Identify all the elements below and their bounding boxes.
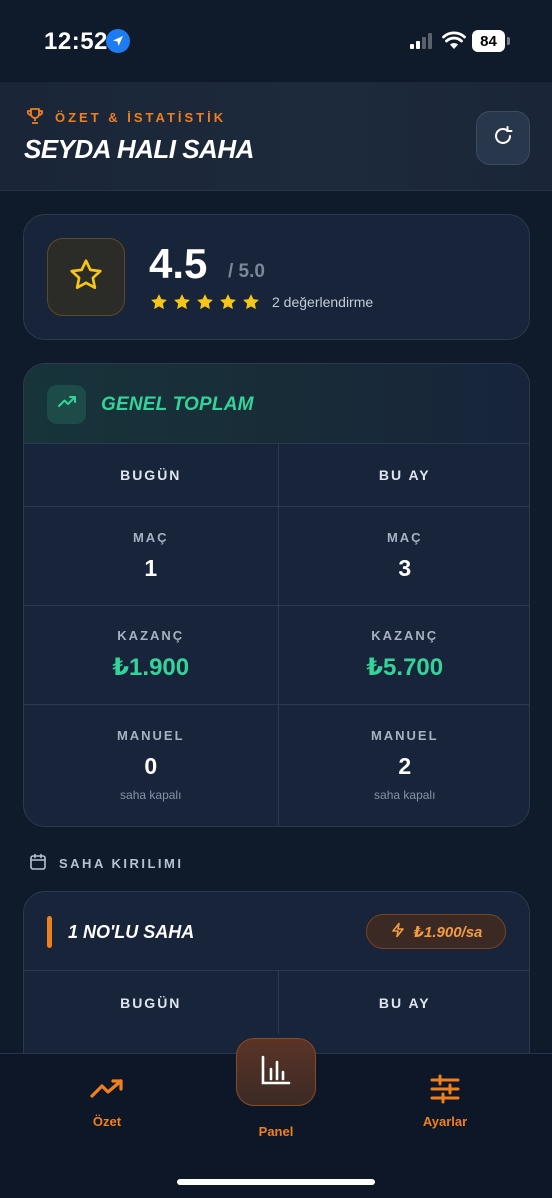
star-filled-icon: [149, 292, 169, 317]
matches-month: 3: [398, 555, 412, 581]
tab-label-ozet: Özet: [92, 1114, 122, 1129]
manual-today: 0: [144, 753, 158, 779]
refresh-button[interactable]: [476, 111, 530, 165]
status-time: 12:52: [44, 28, 108, 55]
rating-card: 4.5 / 5.0 2 değerlendirme: [23, 214, 530, 340]
matches-today: 1: [144, 555, 158, 581]
column-today: BUGÜN: [120, 467, 182, 483]
bar-chart-icon: [259, 1053, 293, 1092]
manual-note: saha kapalı: [120, 788, 182, 802]
trend-badge: [47, 385, 86, 424]
calendar-icon: [29, 853, 47, 874]
home-indicator: [177, 1179, 375, 1185]
wifi-icon: [442, 31, 466, 51]
general-total-title: GENEL TOPLAM: [101, 394, 254, 415]
field-grid: BUGÜN BU AY: [24, 970, 529, 1034]
earnings-label: KAZANÇ: [371, 628, 439, 643]
cellular-signal-icon: [410, 33, 436, 49]
sliders-icon: [429, 1074, 461, 1104]
refresh-icon: [492, 125, 514, 152]
hourly-price: ₺1.900/sa: [413, 923, 483, 941]
star-filled-icon: [241, 292, 261, 317]
star-outline-icon: [68, 257, 104, 298]
header-subtitle: ÖZET & İSTATİSTİK: [55, 110, 227, 125]
column-month: BU AY: [378, 467, 431, 483]
manual-note: saha kapalı: [374, 788, 436, 802]
status-bar: 12:52 84: [0, 0, 552, 82]
earnings-month: ₺5.700: [366, 654, 444, 681]
general-total-card: GENEL TOPLAM BUGÜN BU AY MAÇ 1 MAÇ 3 KAZ…: [23, 363, 530, 827]
bottom-tab-bar: Özet Panel Ayarlar: [0, 1038, 552, 1198]
field-accent-bar: [47, 916, 52, 948]
field-name: 1 NO'LU SAHA: [68, 922, 195, 942]
page-title: SEYDA HALI SAHA: [24, 134, 254, 164]
star-filled-icon: [195, 292, 215, 317]
page-header: ÖZET & İSTATİSTİK SEYDA HALI SAHA: [0, 82, 552, 191]
battery-level: 84: [472, 30, 505, 52]
tab-label-panel: Panel: [258, 1124, 294, 1139]
star-filled-icon: [218, 292, 238, 317]
rating-value: 4.5: [149, 240, 208, 287]
rating-star-badge: [47, 238, 125, 316]
field-column-month: BU AY: [378, 994, 431, 1011]
general-total-header: GENEL TOPLAM: [24, 364, 529, 444]
rating-max: / 5.0: [228, 261, 265, 282]
general-total-grid: BUGÜN BU AY MAÇ 1 MAÇ 3 KAZANÇ ₺1.900 KA…: [24, 444, 529, 825]
tab-label-ayarlar: Ayarlar: [422, 1114, 468, 1129]
header-subtitle-row: ÖZET & İSTATİSTİK: [25, 106, 226, 129]
tab-panel[interactable]: [236, 1038, 316, 1106]
section-label: SAHA KIRILIMI: [59, 856, 184, 871]
earnings-row: KAZANÇ ₺1.900 KAZANÇ ₺5.700: [24, 606, 529, 705]
star-filled-icon: [172, 292, 192, 317]
manual-month: 2: [398, 753, 412, 779]
hourly-price-badge: ₺1.900/sa: [366, 914, 506, 949]
tab-ayarlar[interactable]: Ayarlar: [410, 1074, 480, 1129]
rating-stars: [149, 292, 261, 317]
matches-label: MAÇ: [386, 530, 423, 545]
grid-header-row: BUGÜN BU AY: [24, 444, 529, 507]
rating-count: 2 değerlendirme: [272, 294, 374, 310]
field-column-today: BUGÜN: [120, 994, 182, 1011]
battery-icon: 84: [472, 30, 510, 52]
section-field-breakdown: SAHA KIRILIMI: [29, 853, 183, 874]
earnings-label: KAZANÇ: [117, 628, 185, 643]
manual-row: MANUEL 0 saha kapalı MANUEL 2 saha kapal…: [24, 705, 529, 825]
matches-label: MAÇ: [132, 530, 169, 545]
manual-label: MANUEL: [370, 728, 439, 743]
manual-label: MANUEL: [116, 728, 185, 743]
matches-row: MAÇ 1 MAÇ 3: [24, 507, 529, 606]
earnings-today: ₺1.900: [112, 654, 190, 681]
tab-ozet[interactable]: Özet: [72, 1074, 142, 1129]
trending-up-icon: [89, 1074, 125, 1104]
field-grid-header-row: BUGÜN BU AY: [24, 971, 529, 1034]
trending-up-icon: [57, 392, 77, 417]
trophy-icon: [25, 106, 45, 129]
location-arrow-icon: [106, 29, 130, 53]
lightning-icon: [390, 922, 406, 942]
